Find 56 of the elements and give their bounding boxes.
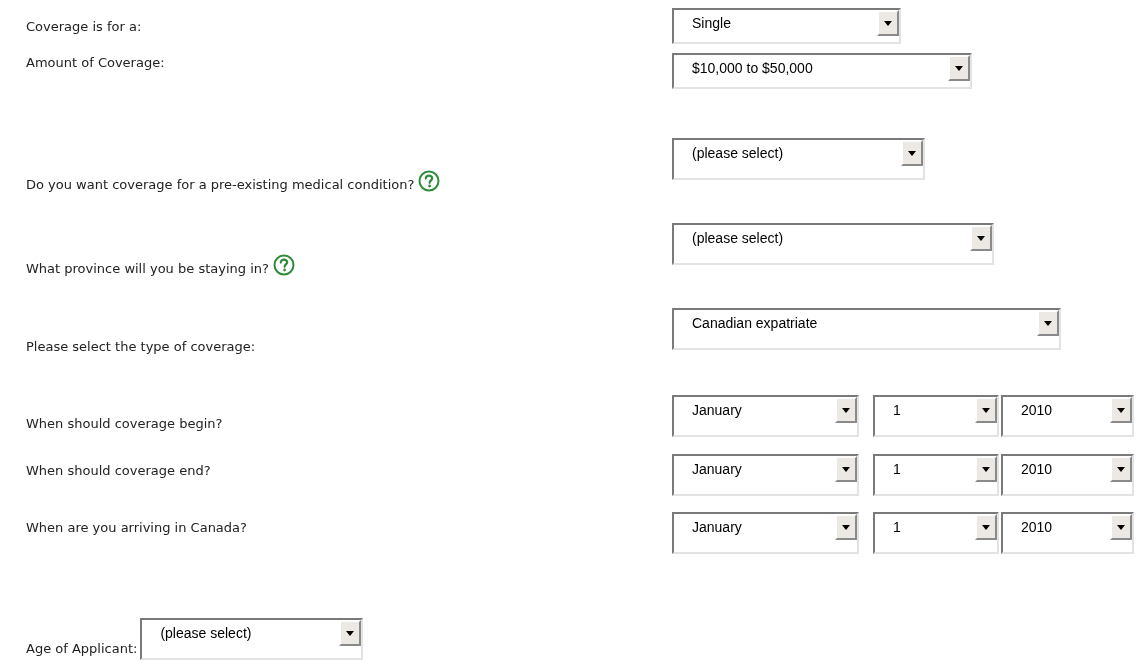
dropdown-button[interactable] bbox=[1110, 397, 1132, 423]
dropdown-button[interactable] bbox=[835, 456, 857, 482]
caret-icon bbox=[1117, 407, 1125, 413]
dropdown[interactable]: 1 bbox=[873, 454, 999, 496]
caret-icon bbox=[842, 407, 850, 413]
field-label: When should coverage end? bbox=[26, 463, 211, 478]
dropdown-button[interactable] bbox=[1110, 456, 1132, 482]
caret-icon bbox=[908, 150, 916, 156]
help-icon[interactable] bbox=[418, 170, 441, 192]
caret-icon bbox=[977, 235, 985, 241]
dropdown-button[interactable] bbox=[877, 10, 899, 36]
dropdown-button[interactable] bbox=[1110, 514, 1132, 540]
dropdown-button[interactable] bbox=[975, 456, 997, 482]
field-label: What province will you be staying in? bbox=[26, 261, 269, 276]
dropdown[interactable]: (please select) bbox=[140, 618, 364, 660]
dropdown[interactable]: (please select) bbox=[672, 138, 925, 180]
caret-icon bbox=[955, 65, 963, 71]
dropdown-button[interactable] bbox=[835, 514, 857, 540]
dropdown[interactable]: (please select) bbox=[672, 223, 994, 265]
dropdown-button[interactable] bbox=[970, 225, 992, 251]
dropdown-button[interactable] bbox=[901, 140, 923, 166]
caret-icon bbox=[982, 524, 990, 530]
dropdown-button[interactable] bbox=[835, 397, 857, 423]
dropdown[interactable]: January bbox=[672, 454, 859, 496]
dropdown[interactable]: 1 bbox=[873, 512, 999, 554]
dropdown-button[interactable] bbox=[948, 55, 970, 81]
field-label: Please select the type of coverage: bbox=[26, 339, 256, 354]
caret-icon bbox=[982, 407, 990, 413]
field-label: Do you want coverage for a pre-existing medical condition? bbox=[26, 177, 415, 192]
dropdown[interactable]: 2010 bbox=[1001, 395, 1134, 437]
caret-icon bbox=[842, 466, 850, 472]
dropdown[interactable]: 1 bbox=[873, 395, 999, 437]
caret-icon bbox=[1044, 320, 1052, 326]
dropdown[interactable]: January bbox=[672, 395, 859, 437]
caret-icon bbox=[346, 630, 355, 636]
dropdown[interactable]: January bbox=[672, 512, 859, 554]
dropdown-button[interactable] bbox=[975, 514, 997, 540]
field-label: When should coverage begin? bbox=[26, 416, 223, 431]
dropdown-button[interactable] bbox=[975, 397, 997, 423]
caret-icon bbox=[1117, 466, 1125, 472]
caret-icon bbox=[842, 524, 850, 530]
dropdown[interactable]: $10,000 to $50,000 bbox=[672, 53, 972, 89]
dropdown[interactable]: Canadian expatriate bbox=[672, 308, 1061, 350]
dropdown[interactable]: Single bbox=[672, 8, 901, 44]
dropdown[interactable]: 2010 bbox=[1001, 454, 1134, 496]
caret-icon bbox=[982, 466, 990, 472]
caret-icon bbox=[884, 20, 892, 26]
field-label: Amount of Coverage: bbox=[26, 55, 165, 70]
field-label: Age of Applicant: bbox=[26, 641, 138, 656]
dropdown-button[interactable] bbox=[339, 620, 362, 646]
field-label: When are you arriving in Canada? bbox=[26, 520, 247, 535]
field-label: Coverage is for a: bbox=[26, 19, 142, 34]
dropdown[interactable]: 2010 bbox=[1001, 512, 1134, 554]
caret-icon bbox=[1117, 524, 1125, 530]
dropdown-button[interactable] bbox=[1037, 310, 1059, 336]
help-icon[interactable] bbox=[272, 254, 295, 276]
